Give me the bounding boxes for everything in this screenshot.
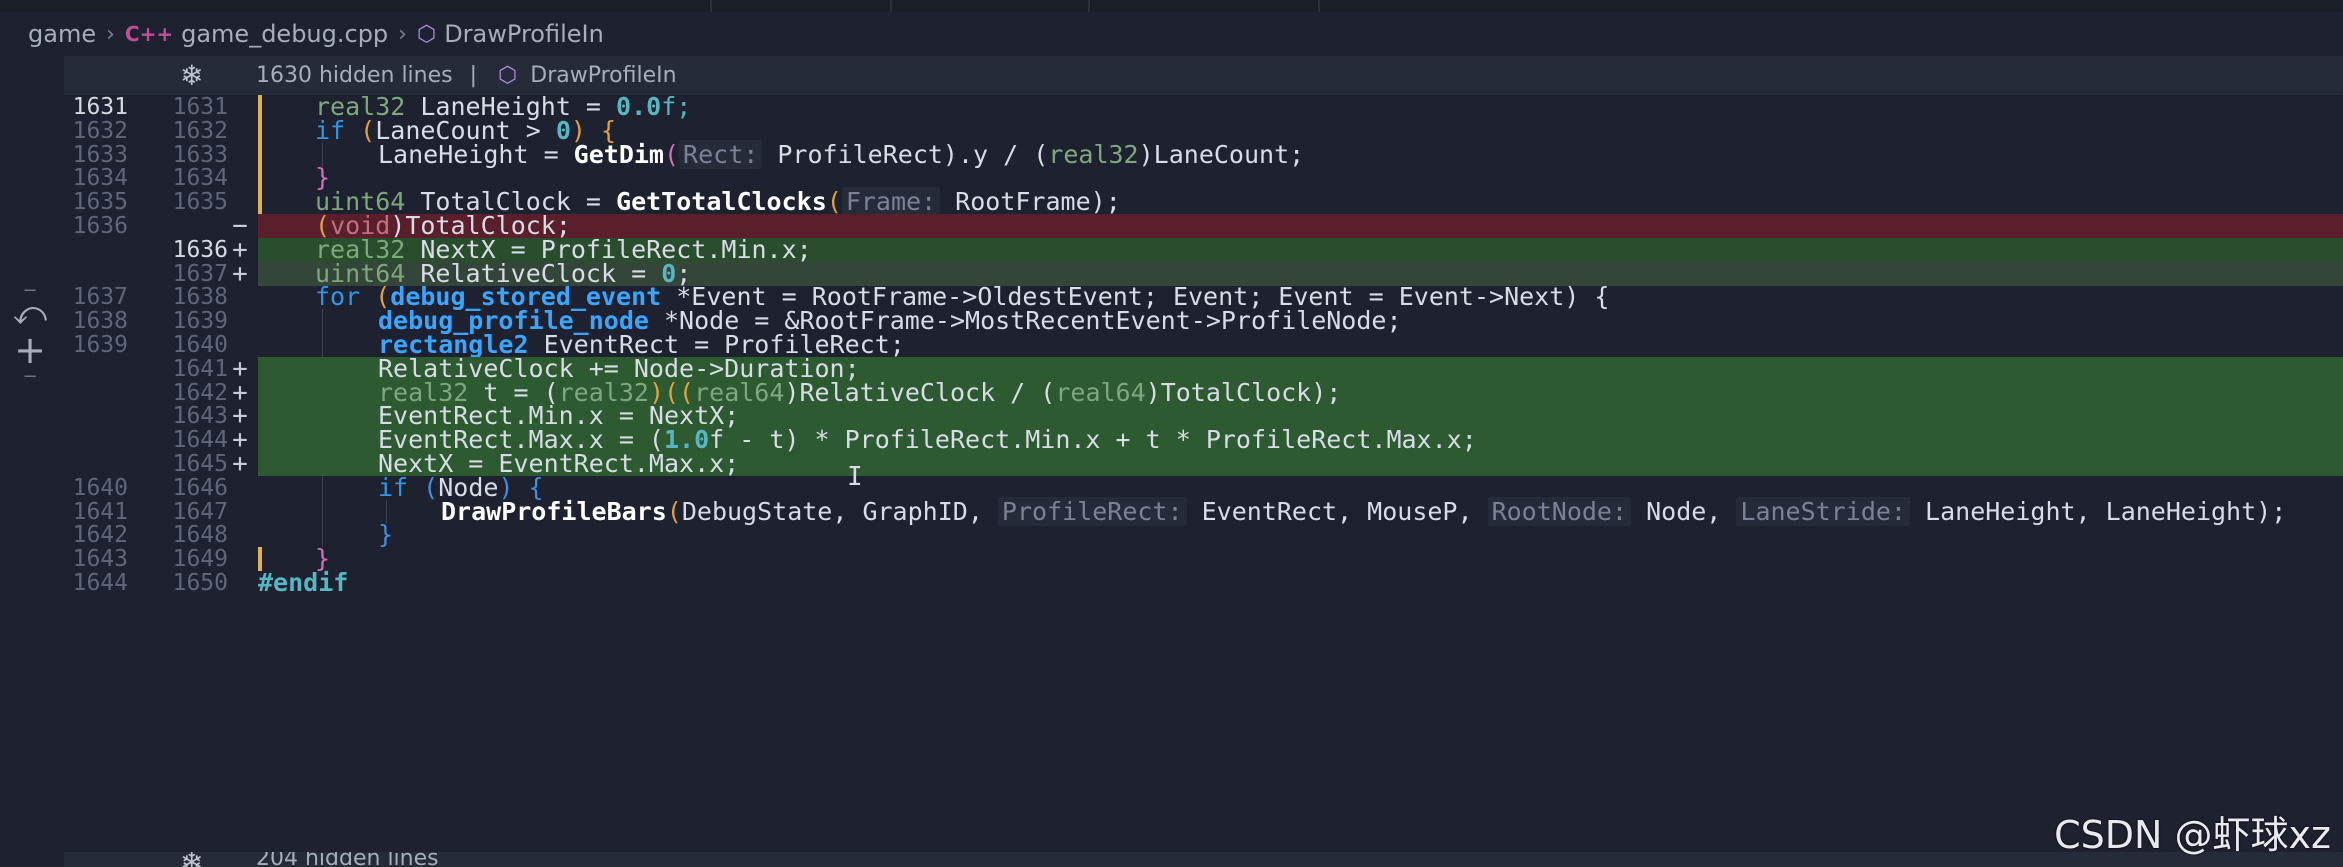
line-number-new: 1638	[172, 284, 228, 311]
breadcrumb-file[interactable]: game_debug.cpp	[181, 20, 388, 48]
line-number-old	[64, 262, 128, 286]
breadcrumb-symbol[interactable]: DrawProfileIn	[444, 20, 604, 48]
line-number-new: 1642	[172, 379, 228, 406]
symbol-cube-icon: ⬡	[416, 21, 437, 47]
diff-hunk-actions: − ⤺ + −	[10, 280, 50, 390]
tab-separator	[710, 0, 712, 12]
unfold-icon[interactable]: ❄	[180, 59, 203, 92]
hunk-bottom-marker: −	[22, 366, 38, 387]
line-number-old: 1632	[72, 117, 128, 144]
code-editor[interactable]: 1631 1631 real32 LaneHeight = 0.0f; 1632…	[64, 94, 2343, 852]
tab-strip	[0, 0, 2343, 12]
line-number-old: 1636	[72, 213, 128, 239]
text-cursor-icon: I	[847, 462, 863, 492]
line-number-new: 1632	[172, 117, 228, 144]
line-number-new: 1649	[172, 546, 228, 573]
line-number-new: 1644	[172, 427, 228, 454]
line-number-old: 1642	[72, 522, 128, 549]
hidden-lines-symbol: DrawProfileIn	[530, 63, 677, 88]
line-number-old: 1640	[72, 474, 128, 501]
cpp-file-icon: C++	[124, 22, 174, 46]
line-number-new: 1640	[172, 332, 228, 358]
tab-separator	[890, 0, 892, 12]
code-text: LaneHeight = GetDim(Rect: ProfileRect).y…	[378, 139, 1305, 169]
line-number-new: 1635	[172, 189, 228, 216]
line-number-old: 1639	[72, 332, 128, 358]
line-number-new: 1634	[172, 165, 228, 192]
line-number-new: 1650	[172, 570, 228, 596]
line-number-new: 1633	[172, 141, 228, 168]
line-number-new: 1645	[172, 451, 228, 477]
hidden-lines-count: 1630 hidden lines	[256, 63, 453, 88]
line-number-new: 1639	[172, 308, 228, 335]
line-number-new: 1637	[172, 260, 228, 287]
hidden-lines-divider: |	[469, 63, 478, 88]
code-text: DrawProfileBars(DebugState, GraphID, Pro…	[441, 496, 2287, 526]
code-line: 1643 1649 }	[64, 546, 2343, 573]
line-number-new: 1631	[172, 94, 228, 120]
line-number-old: 1643	[72, 546, 128, 573]
code-line: 1642 1648 }	[64, 522, 2343, 549]
chevron-right-icon: ›	[398, 21, 407, 47]
symbol-cube-icon: ⬡	[498, 63, 518, 88]
line-number-old: 1644	[72, 570, 128, 596]
watermark: CSDN @虾球xz	[2054, 813, 2331, 857]
line-number-old	[64, 238, 128, 262]
tab-separator	[1318, 0, 1320, 12]
line-number-new: 1643	[172, 403, 228, 430]
line-number-old: 1638	[72, 308, 128, 335]
hidden-lines-count: 204 hidden lines	[256, 852, 439, 867]
line-number-old: 1637	[72, 284, 128, 311]
code-line: 1641 1647 DrawProfileBars(DebugState, Gr…	[64, 496, 2343, 526]
activity-gutter	[0, 56, 64, 867]
line-number-old: 1631	[72, 94, 128, 120]
line-number-old: 1641	[72, 498, 128, 525]
tab-separator	[1088, 0, 1090, 12]
line-number-old: 1633	[72, 141, 128, 168]
code-text: #endif	[258, 568, 349, 597]
breadcrumb: game › C++ game_debug.cpp › ⬡ DrawProfil…	[0, 12, 2343, 56]
line-number-old: 1635	[72, 189, 128, 216]
line-number-old	[64, 404, 128, 428]
code-line: 1633 1633 LaneHeight = GetDim(Rect: Prof…	[64, 139, 2343, 169]
hidden-lines-bar-bottom[interactable]: ❄ 204 hidden lines	[64, 852, 2343, 867]
line-number-new: 1636	[172, 236, 228, 263]
chevron-right-icon: ›	[106, 21, 115, 47]
line-number-old	[64, 381, 128, 405]
line-number-old: 1634	[72, 165, 128, 192]
line-number-new: 1648	[172, 522, 228, 549]
line-number-old	[64, 428, 128, 452]
line-number-new	[146, 214, 228, 238]
line-number-new: 1646	[172, 474, 228, 501]
line-number-new: 1641	[172, 355, 228, 382]
unfold-icon[interactable]: ❄	[180, 852, 203, 867]
code-line: 1644 1650 #endif	[64, 568, 2343, 597]
line-number-new: 1647	[172, 498, 228, 525]
diff-plus-marker: +	[232, 449, 248, 479]
hidden-lines-bar-top[interactable]: ❄ 1630 hidden lines | ⬡ DrawProfileIn	[64, 56, 2343, 95]
line-number-old	[64, 357, 128, 381]
line-number-old	[64, 452, 128, 476]
diff-plus-marker: +	[232, 258, 248, 289]
breadcrumb-folder[interactable]: game	[28, 20, 96, 48]
